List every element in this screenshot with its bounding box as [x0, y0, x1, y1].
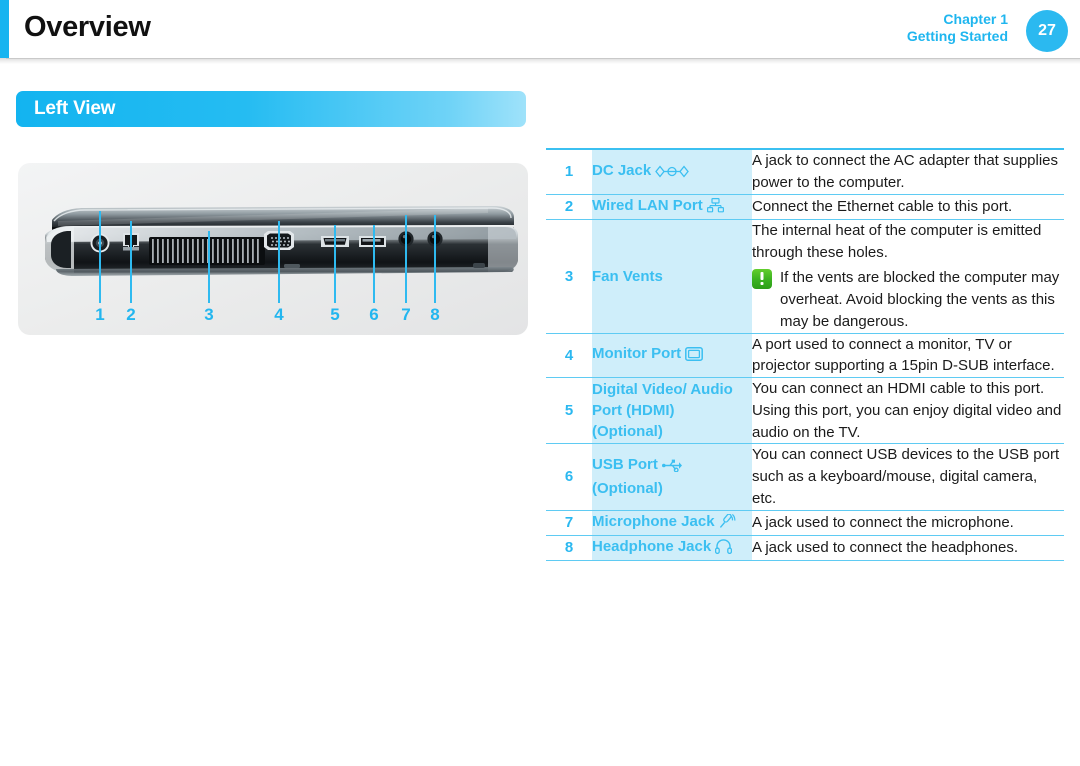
port-label-optional: (Optional)	[592, 423, 663, 441]
port-label-cell: Monitor Port	[592, 333, 752, 378]
callout-leader-line	[373, 225, 375, 303]
table-row: 1 DC Jack A jack to connect the AC adapter…	[546, 149, 1064, 194]
port-label: DC Jack	[592, 161, 652, 179]
callout-leader-line	[130, 221, 132, 303]
row-number: 1	[546, 149, 592, 194]
warning-text: If the vents are blocked the computer ma…	[780, 269, 1060, 330]
callout-number-8: 8	[430, 305, 440, 324]
dc-jack-icon	[655, 163, 690, 184]
usb-port-icon	[661, 457, 682, 478]
port-label-cell: DC Jack	[592, 149, 752, 194]
port-label: Microphone Jack	[592, 512, 715, 530]
port-label-optional: (Optional)	[592, 480, 663, 498]
port-label: USB Port	[592, 456, 658, 474]
table-row: 7 Microphone Jack A jack used to connect t…	[546, 510, 1064, 536]
port-label-cell: Digital Video/ Audio Port (HDMI) (Optiona…	[592, 377, 752, 444]
port-label-cell: USB Port (Optional)	[592, 443, 752, 511]
port-spec-table: 1 DC Jack A jack to connect the AC adapter…	[546, 148, 1064, 561]
port-description: The internal heat of the computer is emi…	[752, 221, 1042, 261]
callout-leader-line	[99, 211, 101, 303]
chapter-info: Chapter 1 Getting Started	[907, 11, 1008, 44]
port-description: A jack used to connect the microphone.	[752, 513, 1014, 531]
callout-number-3: 3	[204, 305, 214, 324]
microphone-icon	[719, 513, 736, 535]
port-description-cell: You can connect an HDMI cable to this po…	[752, 377, 1064, 444]
page-title: Overview	[24, 11, 151, 43]
row-number: 7	[546, 510, 592, 536]
port-description-cell: A jack used to connect the headphones.	[752, 535, 1064, 561]
port-label: Monitor Port	[592, 345, 682, 363]
table-row: 3 Fan Vents The internal heat of the compu…	[546, 219, 1064, 334]
port-description-cell: The internal heat of the computer is emi…	[752, 219, 1064, 334]
port-description: A jack used to connect the headphones.	[752, 539, 1019, 557]
port-label: Headphone Jack	[592, 537, 712, 555]
port-description: A port used to connect a monitor, TV or …	[752, 335, 1055, 375]
row-number: 6	[546, 443, 592, 511]
port-description-cell: A jack used to connect the microphone.	[752, 510, 1064, 536]
table-row: 8 Headphone Jack A jack used to connect th…	[546, 535, 1064, 561]
port-description-cell: A jack to connect the AC adapter that su…	[752, 149, 1064, 194]
callout-leader-line	[278, 221, 280, 303]
table-row: 6 USB Port (Optional) You can connect USB d…	[546, 443, 1064, 511]
port-label-cell: Fan Vents	[592, 219, 752, 334]
callout-number-1: 1	[95, 305, 105, 324]
row-number: 8	[546, 535, 592, 561]
port-label-cell: Microphone Jack	[592, 510, 752, 536]
callout-leader-line	[334, 225, 336, 303]
table-row: 2 Wired LAN Port Connect the Ethernet cabl…	[546, 194, 1064, 220]
table-row: 5 Digital Video/ Audio Port (HDMI) (Option…	[546, 377, 1064, 444]
row-number: 4	[546, 333, 592, 378]
callout-leader-line	[405, 215, 407, 303]
row-number: 2	[546, 194, 592, 220]
callout-number-2: 2	[126, 305, 136, 324]
warning-icon	[752, 269, 772, 290]
section-title-label: Left View	[34, 98, 116, 119]
monitor-port-icon	[685, 346, 704, 367]
port-label: Digital Video/ Audio Port (HDMI)	[592, 380, 733, 420]
row-number: 3	[546, 219, 592, 334]
table-row: 4 Monitor Port A port used to connect a mo…	[546, 333, 1064, 378]
port-description-cell: Connect the Ethernet cable to this port.	[752, 194, 1064, 220]
callout-number-5: 5	[330, 305, 340, 324]
laptop-photo-panel: 1 2 3 4 5 6 78	[18, 163, 528, 335]
port-description: You can connect an HDMI cable to this po…	[752, 380, 1062, 441]
chapter-name-label: Getting Started	[906, 27, 1008, 44]
port-description: You can connect USB devices to the USB p…	[752, 446, 1060, 507]
callout-leader-line	[208, 231, 210, 303]
port-description: Connect the Ethernet cable to this port.	[752, 197, 1013, 215]
port-description: A jack to connect the AC adapter that su…	[752, 152, 1059, 191]
header-divider	[0, 58, 1080, 64]
port-label-cell: Headphone Jack	[592, 535, 752, 561]
row-number: 5	[546, 377, 592, 444]
section-title-bar: Left View	[16, 91, 526, 127]
page-number-badge: 27	[1026, 10, 1068, 52]
chapter-number-label: Chapter 1	[943, 11, 1008, 27]
callout-number-4: 4	[274, 305, 284, 324]
callout-number-7: 7	[401, 305, 411, 324]
wired-lan-icon	[706, 197, 724, 219]
callout-leader-line	[434, 215, 436, 303]
port-description-cell: You can connect USB devices to the USB p…	[752, 443, 1064, 511]
port-description-cell: A port used to connect a monitor, TV or …	[752, 333, 1064, 378]
port-label: Wired LAN Port	[592, 196, 703, 214]
callout-number-6: 6	[369, 305, 379, 324]
header-accent-bar	[0, 0, 9, 58]
page-header: Overview Chapter 1 Getting Started 27	[0, 0, 1080, 64]
port-label-cell: Wired LAN Port	[592, 194, 752, 220]
port-label: Fan Vents	[592, 267, 663, 285]
warning-note: If the vents are blocked the computer ma…	[752, 267, 1064, 332]
headphone-icon	[715, 539, 733, 560]
